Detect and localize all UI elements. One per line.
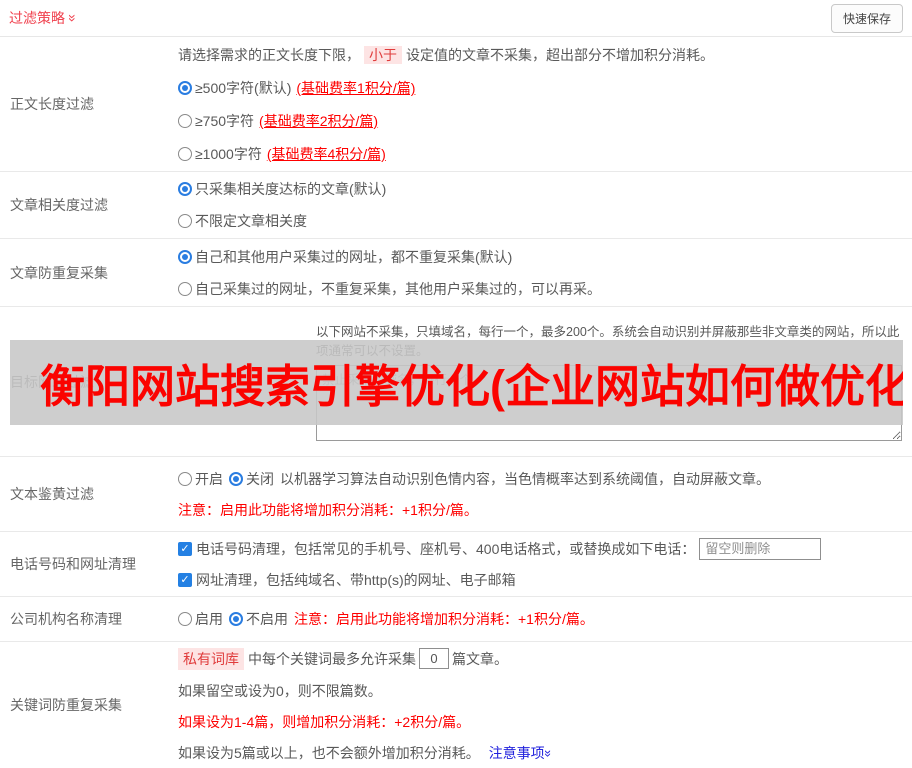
fee-note: (基础费率1积分/篇) <box>296 80 416 96</box>
keyword-line1-tail: 篇文章。 <box>452 650 508 667</box>
radio-option-company-on[interactable]: 启用 <box>178 609 223 629</box>
row-phone-url-clean: 电话号码和网址清理 电话号码清理，包括常见的手机号、座机号、400电话格式，或替… <box>0 531 912 596</box>
radio-option-750[interactable]: ≥750字符 (基础费率2积分/篇) <box>178 111 902 131</box>
radio-option-relevance-any[interactable]: 不限定文章相关度 <box>178 211 902 231</box>
row-label: 电话号码和网址清理 <box>10 556 136 572</box>
fee-note: (基础费率4积分/篇) <box>266 146 386 162</box>
radio-label: 只采集相关度达标的文章(默认) <box>195 181 387 197</box>
row-label: 正文长度过滤 <box>10 96 94 112</box>
radio-label: 开启 <box>195 470 223 487</box>
radio-label: 关闭 <box>246 470 274 487</box>
keyword-line3-note: 如果设为1-4篇，则增加积分消耗：+2积分/篇。 <box>178 713 471 730</box>
radio-label: 自己采集过的网址，不重复采集，其他用户采集过的，可以再采。 <box>195 280 601 297</box>
radio-option-1000[interactable]: ≥1000字符 (基础费率4积分/篇) <box>178 144 902 164</box>
keyword-line2: 如果留空或设为0，则不限篇数。 <box>178 682 382 699</box>
company-clean-note: 注意：启用此功能将增加积分消耗：+1积分/篇。 <box>294 611 594 627</box>
filter-strategy-toggle[interactable]: 过滤策略 » <box>9 8 81 28</box>
row-label: 文章相关度过滤 <box>10 197 108 213</box>
notes-link[interactable]: 注意事项» <box>489 745 556 761</box>
quick-save-button[interactable]: 快速保存 <box>830 3 903 33</box>
fee-note: (基础费率2积分/篇) <box>259 113 379 129</box>
checkbox-label: 电话号码清理，包括常见的手机号、座机号、400电话格式，或替换成如下电话： <box>196 540 696 557</box>
porn-filter-note: 注意：启用此功能将增加积分消耗：+1积分/篇。 <box>178 501 478 518</box>
radio-option-dedup-self[interactable]: 自己采集过的网址，不重复采集，其他用户采集过的，可以再采。 <box>178 279 902 299</box>
replacement-phone-input[interactable] <box>699 537 822 560</box>
radio-option-relevance-default[interactable]: 只采集相关度达标的文章(默认) <box>178 179 902 199</box>
row-label: 文章防重复采集 <box>10 264 108 281</box>
porn-filter-desc: 以机器学习算法自动识别色情内容，当色情概率达到系统阈值，自动屏蔽文章。 <box>280 470 770 487</box>
radio-icon[interactable] <box>178 471 192 486</box>
row-dedup-filter: 文章防重复采集 自己和其他用户采集过的网址，都不重复采集(默认) 自己采集过的网… <box>0 238 912 306</box>
radio-icon[interactable] <box>178 114 192 128</box>
less-than-badge: 小于 <box>364 46 402 64</box>
radio-option-porn-off[interactable]: 关闭 <box>229 469 274 489</box>
private-lexicon-badge: 私有词库 <box>178 647 244 670</box>
radio-icon[interactable] <box>178 214 192 228</box>
row-porn-filter: 文本鉴黄过滤 开启 关闭 以机器学习算法自动识别色情内容，当色情概率达到系统阈值… <box>0 456 912 531</box>
radio-icon[interactable] <box>178 249 192 264</box>
radio-icon[interactable] <box>229 612 243 626</box>
row-company-clean: 公司机构名称清理 启用 不启用 注意：启用此功能将增加积分消耗：+1积分/篇。 <box>0 596 912 641</box>
length-intro: 请选择需求的正文长度下限， 小于 设定值的文章不采集，超出部分不增加积分消耗。 <box>178 46 714 64</box>
row-text-length-filter: 正文长度过滤 请选择需求的正文长度下限， 小于 设定值的文章不采集，超出部分不增加积… <box>0 37 912 171</box>
max-articles-input[interactable] <box>419 648 449 669</box>
radio-option-porn-on[interactable]: 开启 <box>178 469 223 489</box>
row-label: 文本鉴黄过滤 <box>10 486 94 502</box>
row-keyword-dedup: 关键词防重复采集 私有词库 中每个关键词最多允许采集 篇文章。 如果留空或设为0… <box>0 641 912 768</box>
radio-icon[interactable] <box>229 471 243 486</box>
watermark-text: 衡阳网站搜索引擎优化(企业网站如何做优化 <box>40 361 903 412</box>
checkbox-checked-icon[interactable] <box>178 541 192 556</box>
radio-icon[interactable] <box>178 612 192 626</box>
radio-icon[interactable] <box>178 81 192 95</box>
checkbox-label: 网址清理，包括纯域名、带http(s)的网址、电子邮箱 <box>196 572 516 589</box>
row-relevance-filter: 文章相关度过滤 只采集相关度达标的文章(默认) 不限定文章相关度 <box>0 171 912 238</box>
chevron-double-down-icon: » <box>64 14 81 22</box>
radio-label: 不限定文章相关度 <box>195 213 307 229</box>
radio-label: 启用 <box>195 611 223 627</box>
chevron-double-down-icon: » <box>540 749 556 757</box>
checkbox-checked-icon[interactable] <box>178 573 192 588</box>
radio-option-company-off[interactable]: 不启用 <box>229 609 288 629</box>
watermark-banner: 衡阳网站搜索引擎优化(企业网站如何做优化 <box>10 340 903 425</box>
keyword-line1-text: 中每个关键词最多允许采集 <box>248 650 416 667</box>
radio-label: 不启用 <box>246 611 288 627</box>
radio-label: ≥500字符(默认) <box>195 80 292 96</box>
row-label: 关键词防重复采集 <box>10 697 122 713</box>
radio-icon[interactable] <box>178 182 192 196</box>
topbar: 过滤策略 » 快速保存 <box>0 0 912 37</box>
radio-icon[interactable] <box>178 147 192 161</box>
checkbox-phone-clean[interactable]: 电话号码清理，包括常见的手机号、座机号、400电话格式，或替换成如下电话： <box>178 539 695 559</box>
page-title: 过滤策略 <box>9 10 65 26</box>
row-label: 公司机构名称清理 <box>10 611 122 627</box>
radio-label: 自己和其他用户采集过的网址，都不重复采集(默认) <box>195 248 513 265</box>
radio-option-dedup-all[interactable]: 自己和其他用户采集过的网址，都不重复采集(默认) <box>178 247 902 267</box>
keyword-line4: 如果设为5篇或以上，也不会额外增加积分消耗。 <box>178 744 480 761</box>
checkbox-url-clean[interactable]: 网址清理，包括纯域名、带http(s)的网址、电子邮箱 <box>178 570 516 590</box>
radio-option-500[interactable]: ≥500字符(默认) (基础费率1积分/篇) <box>178 78 902 98</box>
radio-icon[interactable] <box>178 281 192 296</box>
radio-label: ≥750字符 <box>195 113 255 129</box>
radio-label: ≥1000字符 <box>195 146 262 162</box>
